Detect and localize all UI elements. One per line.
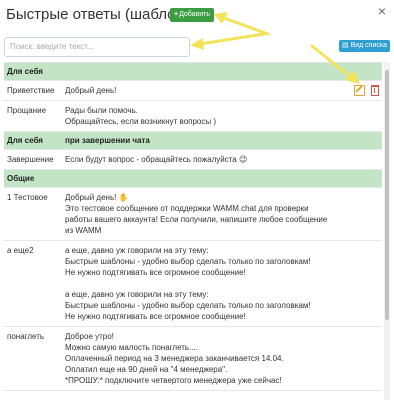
view-list-label: Вид списка [350, 42, 387, 49]
template-text-line: Оплатил еще на 90 дней на "4 менеджера". [65, 365, 228, 375]
view-list-button[interactable]: ▤ Вид списка [339, 40, 390, 52]
template-row[interactable]: понаглеть Доброе утро! Можно самую малость… [4, 326, 382, 392]
row-actions [340, 240, 382, 328]
template-text-line: Быстрые шаблоны - удобно выбор сделать т… [65, 257, 311, 267]
template-text-line: Доброе утро! [65, 332, 114, 342]
template-text-line: Добрый день! [65, 86, 117, 95]
template-row[interactable]: Завершение Если будут вопрос - обращайтес… [4, 149, 382, 171]
template-name: Завершение [4, 149, 62, 171]
group-name: Общие [4, 169, 62, 189]
template-text-line: Обращайтесь, если возникнут вопросы ) [65, 117, 217, 127]
template-text-line: *ПРОШУ:* подключите четвертого менеджера… [65, 376, 282, 386]
template-text-line: Не нужно подтягивать все огромное сообще… [65, 268, 246, 278]
annotation-arrow-2 [198, 32, 266, 46]
group-subtitle [62, 63, 382, 81]
template-text-line: а еще, давно уж говорили на эту тему: [65, 290, 209, 300]
scrollbar-thumb[interactable] [385, 70, 389, 320]
template-text-line: Это тестовое сообщение от поддержки WAMM… [65, 204, 328, 236]
close-icon[interactable]: × [378, 4, 386, 18]
row-actions [340, 80, 382, 102]
template-name: Прощание [4, 100, 62, 133]
annotation-arrowhead-1 [214, 12, 228, 24]
row-actions [340, 326, 382, 392]
template-text-line: а еще, давно уж говорили на эту тему: [65, 246, 209, 256]
group-header: Для себя при завершении чата [4, 131, 382, 151]
group-subtitle: при завершении чата [62, 131, 382, 151]
list-icon: ▤ [342, 42, 351, 49]
template-row[interactable]: Приветствие Добрый день! [4, 80, 382, 102]
group-name: Для себя [4, 63, 62, 81]
row-actions [340, 100, 382, 133]
template-text: Доброе утро! Можно самую малость понаглет… [62, 326, 340, 392]
template-name: Приветствие [4, 80, 62, 102]
template-name: а еще2 [4, 240, 62, 328]
add-template-label: Добавить [179, 11, 211, 18]
annotation-arrow-1 [222, 16, 270, 36]
templates-table: Для себя Приветствие Добрый день! Прощание Р… [4, 62, 382, 401]
template-name: понаглеть [4, 326, 62, 392]
template-text-line [65, 278, 337, 289]
template-row[interactable]: Прощание Рады были помочь. Обращайтесь, ес… [4, 100, 382, 133]
row-actions [340, 149, 382, 171]
trash-icon[interactable] [371, 85, 379, 97]
annotation-arrowhead-2 [190, 38, 204, 50]
template-row[interactable]: 1 Тестовое Добрый день! ✋ Это тестовое соо… [4, 187, 382, 242]
template-text: Добрый день! ✋ Это тестовое сообщение от … [62, 187, 340, 242]
template-name: 1 Тестовое [4, 187, 62, 242]
template-text: Если будут вопрос - обращайтесь пожалуйс… [62, 149, 340, 171]
template-text: Рады были помочь. Обращайтесь, если возни… [62, 100, 340, 133]
group-subtitle [62, 169, 382, 189]
template-text-line: Оплаченный период на 3 менеджера заканчи… [65, 354, 284, 364]
template-text-line: Не нужно подтягивать все огромное сообще… [65, 312, 246, 322]
group-header: Для себя [4, 63, 382, 81]
edit-icon[interactable] [354, 85, 365, 97]
template-row[interactable]: а еще2 а еще, давно уж говорили на эту те… [4, 240, 382, 328]
plus-icon: + [174, 11, 179, 18]
group-header: Общие [4, 169, 382, 189]
search-input[interactable]: Поиск: введите текст... [4, 37, 190, 57]
template-text-line: Рады были помочь. [65, 106, 138, 116]
template-text-line: Если будут вопрос - обращайтесь пожалуйс… [65, 155, 248, 165]
template-text: а еще, давно уж говорили на эту тему: Быс… [62, 240, 340, 328]
template-text-line: Добрый день! ✋ [65, 193, 129, 203]
group-name: Для себя [4, 131, 62, 151]
template-text-line: Быстрые шаблоны - удобно выбор сделать т… [65, 301, 311, 311]
add-template-button[interactable]: +Добавить [170, 8, 215, 22]
row-actions [340, 187, 382, 242]
template-text-line: Можно самую малость понаглеть.... [65, 343, 198, 353]
template-text: Добрый день! [62, 80, 340, 102]
